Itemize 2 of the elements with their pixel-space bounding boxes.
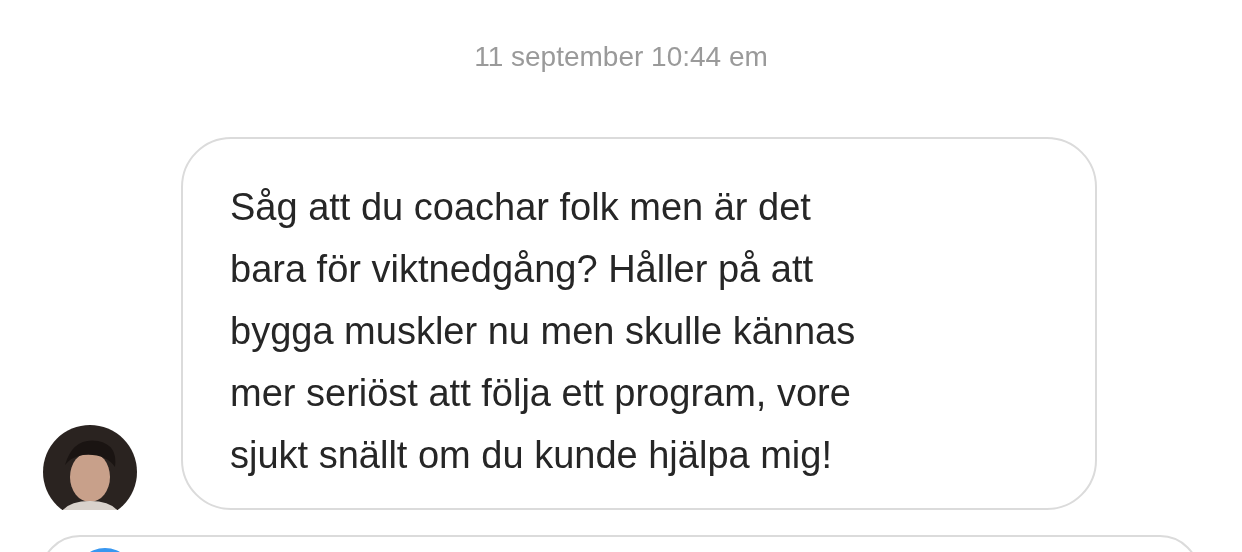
timestamp: 11 september 10:44 em xyxy=(474,40,768,74)
message-bubble: Såg att du coachar folk men är det bara för viktnedgång? Håller på att bygga muskler nu men skulle kännas mer seriöst att följa ett program, vore sjukt snällt om du kunde hjälpa mig! xyxy=(181,137,1097,510)
